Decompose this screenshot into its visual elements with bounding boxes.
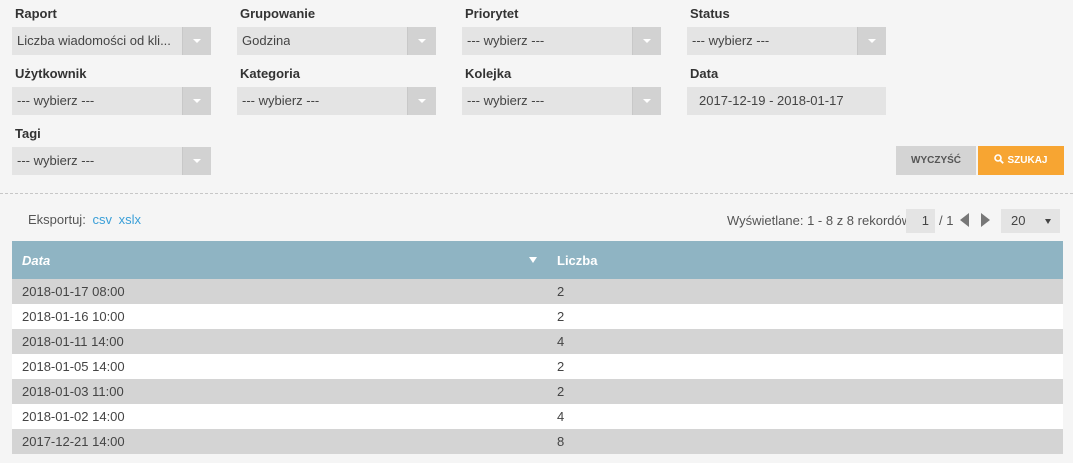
uzytkownik-select[interactable]: --- wybierz ---	[12, 87, 211, 115]
export-csv-link[interactable]: csv	[92, 212, 112, 227]
uzytkownik-value: --- wybierz ---	[17, 93, 95, 108]
sort-desc-icon	[529, 257, 537, 263]
cell-date: 2017-12-21 14:00	[12, 429, 547, 454]
tagi-select[interactable]: --- wybierz ---	[12, 147, 211, 175]
search-icon	[994, 154, 1005, 165]
chevron-down-icon	[182, 147, 211, 175]
table-header-row: Data Liczba	[12, 241, 1063, 279]
tagi-value: --- wybierz ---	[17, 153, 95, 168]
column-header-data-label: Data	[22, 252, 51, 268]
chevron-down-icon	[632, 27, 661, 55]
cell-date: 2018-01-02 14:00	[12, 404, 547, 429]
cell-count: 2	[547, 279, 1063, 304]
raport-value: Liczba wiadomości od kli...	[17, 33, 171, 48]
search-button-label: SZUKAJ	[1007, 155, 1048, 166]
chevron-down-icon	[182, 27, 211, 55]
cell-count: 4	[547, 404, 1063, 429]
grupowanie-value: Godzina	[242, 33, 291, 48]
kolejka-select[interactable]: --- wybierz ---	[462, 87, 661, 115]
results-table: Data Liczba 2018-01-17 08:00 2 2018-01-1…	[12, 241, 1063, 454]
chevron-down-icon	[407, 87, 436, 115]
cell-date: 2018-01-17 08:00	[12, 279, 547, 304]
export-label: Eksportuj:	[28, 212, 86, 227]
export-bar: Eksportuj: csv xslx	[28, 212, 141, 227]
cell-date: 2018-01-03 11:00	[12, 379, 547, 404]
table-row: 2018-01-17 08:00 2	[12, 279, 1063, 304]
divider	[0, 193, 1073, 194]
search-button[interactable]: SZUKAJ	[978, 146, 1064, 175]
column-header-liczba-label: Liczba	[557, 252, 598, 268]
raport-label: Raport	[15, 6, 57, 21]
page-number-input[interactable]: 1	[906, 209, 935, 233]
kategoria-select[interactable]: --- wybierz ---	[237, 87, 436, 115]
next-page-icon[interactable]	[981, 213, 990, 227]
table-row: 2018-01-03 11:00 2	[12, 379, 1063, 404]
priorytet-select[interactable]: --- wybierz ---	[462, 27, 661, 55]
cell-count: 2	[547, 304, 1063, 329]
cell-count: 4	[547, 329, 1063, 354]
raport-select[interactable]: Liczba wiadomości od kli...	[12, 27, 211, 55]
export-xslx-link[interactable]: xslx	[119, 212, 141, 227]
status-select[interactable]: --- wybierz ---	[687, 27, 886, 55]
kategoria-value: --- wybierz ---	[242, 93, 320, 108]
grupowanie-select[interactable]: Godzina	[237, 27, 436, 55]
table-row: 2018-01-16 10:00 2	[12, 304, 1063, 329]
column-header-data[interactable]: Data	[12, 241, 547, 279]
prev-page-icon[interactable]	[960, 213, 969, 227]
status-label: Status	[690, 6, 730, 21]
cell-count: 2	[547, 379, 1063, 404]
uzytkownik-label: Użytkownik	[15, 66, 87, 81]
per-page-value: 20	[1011, 213, 1026, 228]
page-total: / 1	[939, 213, 954, 228]
date-range-input[interactable]: 2017-12-19 - 2018-01-17	[687, 87, 886, 115]
chevron-down-icon	[632, 87, 661, 115]
chevron-down-icon	[407, 27, 436, 55]
data-label: Data	[690, 66, 719, 81]
cell-date: 2018-01-11 14:00	[12, 329, 547, 354]
date-range-value: 2017-12-19 - 2018-01-17	[699, 93, 844, 108]
kolejka-label: Kolejka	[465, 66, 512, 81]
status-value: --- wybierz ---	[692, 33, 770, 48]
kolejka-value: --- wybierz ---	[467, 93, 545, 108]
pager-summary: Wyświetlane: 1 - 8 z 8 rekordów	[727, 213, 912, 228]
table-row: 2018-01-02 14:00 4	[12, 404, 1063, 429]
chevron-down-icon	[857, 27, 886, 55]
cell-date: 2018-01-05 14:00	[12, 354, 547, 379]
tagi-label: Tagi	[15, 126, 41, 141]
kategoria-label: Kategoria	[240, 66, 300, 81]
cell-count: 2	[547, 354, 1063, 379]
table-row: 2017-12-21 14:00 8	[12, 429, 1063, 454]
cell-count: 8	[547, 429, 1063, 454]
priorytet-label: Priorytet	[465, 6, 519, 21]
per-page-select[interactable]: 20	[1001, 209, 1060, 233]
table-row: 2018-01-11 14:00 4	[12, 329, 1063, 354]
cell-date: 2018-01-16 10:00	[12, 304, 547, 329]
chevron-down-icon	[182, 87, 211, 115]
clear-button[interactable]: WYCZYŚĆ	[896, 146, 976, 175]
caret-down-icon	[1045, 219, 1051, 224]
column-header-liczba[interactable]: Liczba	[547, 241, 1063, 279]
priorytet-value: --- wybierz ---	[467, 33, 545, 48]
table-row: 2018-01-05 14:00 2	[12, 354, 1063, 379]
grupowanie-label: Grupowanie	[240, 6, 316, 21]
